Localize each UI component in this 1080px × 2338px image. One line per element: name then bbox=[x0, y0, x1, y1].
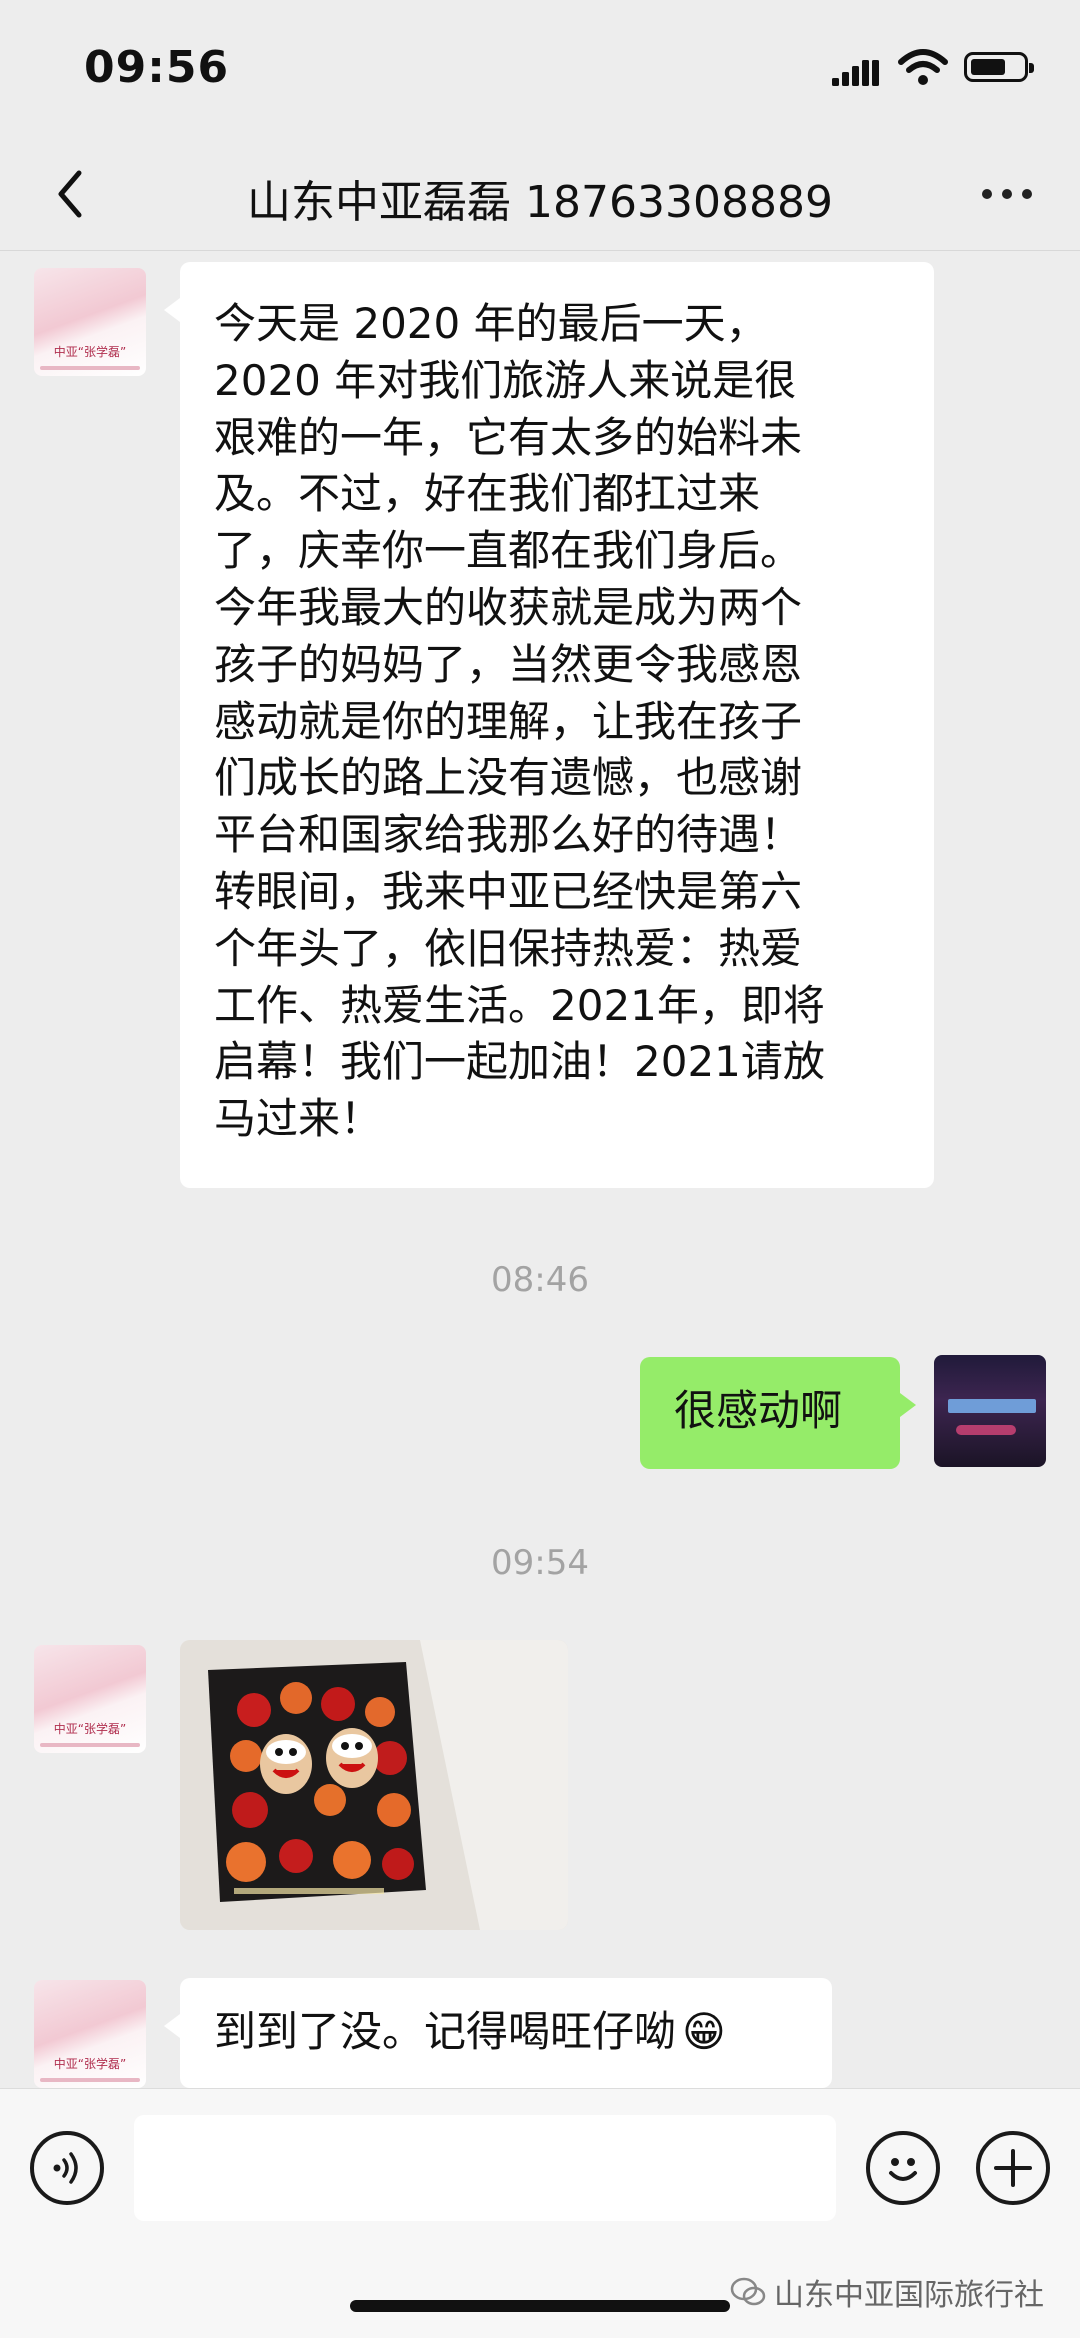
message-bubble-incoming[interactable]: 今天是 2020 年的最后一天， 2020 年对我们旅游人来说是很 艰难的一年，… bbox=[164, 262, 934, 1188]
wechat-icon bbox=[730, 2277, 766, 2306]
plus-icon bbox=[994, 2149, 1032, 2187]
voice-icon bbox=[53, 2152, 78, 2184]
wifi-icon bbox=[898, 49, 948, 85]
voice-button[interactable] bbox=[30, 2131, 104, 2205]
more-button[interactable] bbox=[972, 164, 1042, 224]
message-text: 今天是 2020 年的最后一天， 2020 年对我们旅游人来说是很 艰难的一年，… bbox=[214, 299, 825, 1144]
message-timestamp: 08:46 bbox=[491, 1260, 589, 1300]
contact-avatar[interactable]: 中亚“张学磊” bbox=[34, 1645, 146, 1753]
chat-title: 山东中亚磊磊 18763308889 bbox=[247, 177, 833, 228]
message-text: 到到了没。记得喝旺仔呦 😁 bbox=[214, 2007, 726, 2056]
signal-icon bbox=[832, 60, 879, 86]
watermark: 山东中亚国际旅行社 bbox=[730, 2270, 1044, 2314]
status-bar: 09:56 bbox=[0, 0, 1080, 140]
watermark-text: 山东中亚国际旅行社 bbox=[774, 2278, 1044, 2313]
contact-avatar[interactable]: 中亚“张学磊” bbox=[34, 268, 146, 376]
plus-button[interactable] bbox=[976, 2131, 1050, 2205]
battery-icon bbox=[964, 52, 1034, 82]
my-avatar[interactable] bbox=[934, 1355, 1046, 1467]
message-bubble-incoming[interactable]: 到到了没。记得喝旺仔呦 😁 bbox=[164, 1978, 832, 2088]
contact-avatar[interactable]: 中亚“张学磊” bbox=[34, 1980, 146, 2088]
home-indicator[interactable] bbox=[350, 2300, 730, 2312]
flower-box-photo bbox=[180, 1640, 568, 1930]
message-bubble-outgoing[interactable]: 很感动啊 bbox=[640, 1357, 916, 1469]
status-time: 09:56 bbox=[84, 42, 230, 93]
ellipsis-icon bbox=[982, 189, 992, 199]
chat-header: 山东中亚磊磊 18763308889 bbox=[0, 140, 1080, 251]
message-timestamp: 09:54 bbox=[491, 1543, 589, 1583]
message-text: 很感动啊 bbox=[674, 1386, 843, 1435]
emoji-button[interactable] bbox=[866, 2131, 940, 2205]
image-message[interactable] bbox=[180, 1640, 568, 1930]
grin-emoji: 😁 bbox=[682, 2007, 726, 2056]
emoji-icon bbox=[889, 2158, 917, 2181]
message-input[interactable] bbox=[134, 2115, 836, 2221]
